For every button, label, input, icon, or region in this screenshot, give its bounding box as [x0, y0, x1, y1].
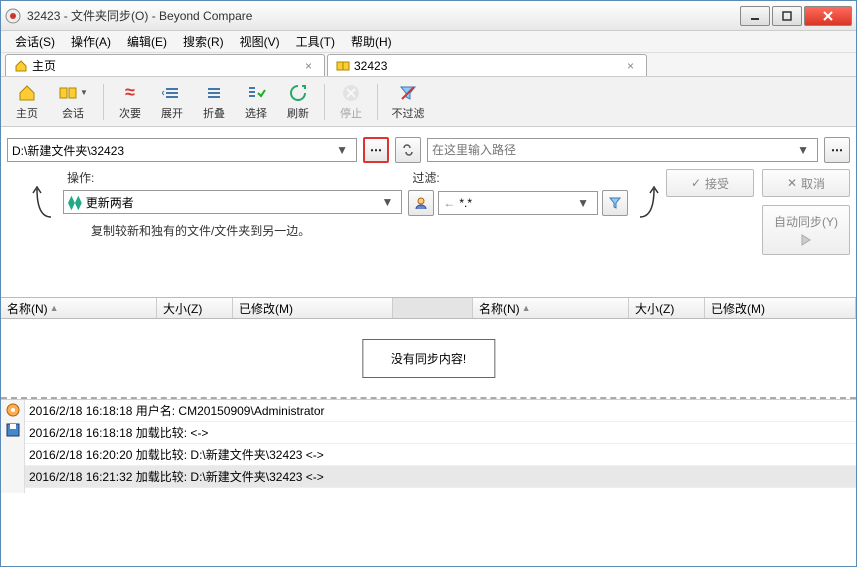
menu-edit[interactable]: 编辑(E): [119, 31, 175, 52]
menu-session[interactable]: 会话(S): [7, 31, 63, 52]
log-lines: 2016/2/18 16:18:18 用户名: CM20150909\Admin…: [25, 400, 856, 493]
toolbar-collapse[interactable]: 折叠: [194, 80, 234, 124]
filter-dropdown[interactable]: ▼: [573, 196, 593, 210]
collapse-icon: [204, 83, 224, 103]
home-icon: [14, 59, 28, 73]
maximize-button[interactable]: [772, 6, 802, 26]
tabbar: 主页 × 32423 ×: [1, 53, 856, 77]
autosync-button[interactable]: 自动同步(Y): [762, 205, 850, 255]
swap-icon: [401, 143, 415, 157]
operation-select[interactable]: ⧫⧫ 更新两者 ▼: [63, 190, 402, 214]
menu-search[interactable]: 搜索(R): [175, 31, 232, 52]
header-middle: [393, 298, 473, 318]
menubar: 会话(S) 操作(A) 编辑(E) 搜索(R) 视图(V) 工具(T) 帮助(H…: [1, 31, 856, 53]
app-icon: [5, 8, 21, 24]
toolbar-select[interactable]: 选择: [236, 80, 276, 124]
sync-icon: [336, 59, 350, 73]
not-equal-icon: ≈: [120, 83, 140, 103]
column-headers: 名称(N)▲ 大小(Z) 已修改(M) 名称(N)▲ 大小(Z) 已修改(M): [1, 297, 856, 319]
play-icon: [796, 232, 816, 248]
tab-current-close[interactable]: ×: [623, 59, 638, 73]
log-panel: 2016/2/18 16:18:18 用户名: CM20150909\Admin…: [1, 399, 856, 493]
save-icon[interactable]: [5, 422, 21, 438]
window-title: 32423 - 文件夹同步(O) - Beyond Compare: [27, 7, 738, 24]
cancel-button[interactable]: ✕取消: [762, 169, 850, 197]
stop-icon: [341, 83, 361, 103]
toolbar-expand[interactable]: 展开: [152, 80, 192, 124]
filter-label: 过滤:: [408, 169, 628, 186]
toolbar-home[interactable]: 主页: [7, 80, 47, 124]
swap-button[interactable]: [395, 137, 421, 163]
toolbar-refresh[interactable]: 刷新: [278, 80, 318, 124]
menu-tools[interactable]: 工具(T): [288, 31, 343, 52]
check-icon: ✓: [691, 176, 701, 190]
left-path-input[interactable]: [12, 143, 332, 157]
tab-home-label: 主页: [32, 57, 56, 74]
person-icon: [414, 196, 428, 210]
header-left-size[interactable]: 大小(Z): [157, 298, 233, 318]
log-line[interactable]: 2016/2/18 16:18:18 用户名: CM20150909\Admin…: [25, 400, 856, 422]
tab-home[interactable]: 主页 ×: [5, 54, 325, 76]
no-sync-message: 没有同步内容!: [362, 339, 495, 378]
left-path-dropdown[interactable]: ▼: [332, 143, 352, 157]
presets-button[interactable]: [408, 190, 434, 216]
tab-current[interactable]: 32423 ×: [327, 54, 647, 76]
operation-label: 操作:: [63, 169, 402, 186]
left-browse-button[interactable]: ⋯: [363, 137, 389, 163]
filter-apply-button[interactable]: [602, 190, 628, 216]
refresh-icon: [288, 83, 308, 103]
minimize-button[interactable]: [740, 6, 770, 26]
gear-icon[interactable]: [5, 402, 21, 418]
menu-action[interactable]: 操作(A): [63, 31, 119, 52]
x-icon: ✕: [787, 176, 797, 190]
tab-current-label: 32423: [354, 59, 387, 73]
filter-select[interactable]: ← *.* ▼: [438, 191, 598, 215]
header-left-name[interactable]: 名称(N)▲: [1, 298, 157, 318]
left-arrow-icon: [31, 169, 57, 219]
toolbar-session[interactable]: ▼ 会话: [49, 80, 97, 124]
toolbar-nofilter[interactable]: 不过滤: [384, 80, 432, 124]
filter-value: *.*: [459, 196, 573, 210]
select-icon: [246, 83, 266, 103]
log-line[interactable]: 2016/2/18 16:21:32 加载比较: D:\新建文件夹\32423 …: [25, 466, 856, 488]
paths-row: ▼ ⋯ ▼ ⋯: [1, 127, 856, 167]
accept-button[interactable]: ✓接受: [666, 169, 754, 197]
options-row: 操作: ⧫⧫ 更新两者 ▼ 复制较新和独有的文件/文件夹到另一边。 过滤: ← …: [1, 167, 856, 257]
operation-value: 更新两者: [82, 194, 378, 211]
folder-sync-icon: [58, 83, 78, 103]
toolbar-secondary[interactable]: ≈ 次要: [110, 80, 150, 124]
menu-view[interactable]: 视图(V): [232, 31, 288, 52]
right-arrow-icon: [634, 169, 660, 219]
arrow-left-icon: ←: [443, 196, 459, 210]
right-browse-button[interactable]: ⋯: [824, 137, 850, 163]
funnel-small-icon: [608, 196, 622, 210]
titlebar: 32423 - 文件夹同步(O) - Beyond Compare: [1, 1, 856, 31]
right-path-box[interactable]: ▼: [427, 138, 818, 162]
file-list: 没有同步内容!: [1, 319, 856, 399]
diamond-icon: ⧫⧫: [68, 194, 82, 211]
log-line[interactable]: 2016/2/18 16:20:20 加载比较: D:\新建文件夹\32423 …: [25, 444, 856, 466]
toolbar: 主页 ▼ 会话 ≈ 次要 展开 折叠 选择 刷新 停止 不过滤: [1, 77, 856, 127]
right-path-input[interactable]: [432, 143, 793, 157]
menu-help[interactable]: 帮助(H): [343, 31, 400, 52]
operation-hint: 复制较新和独有的文件/文件夹到另一边。: [63, 218, 402, 239]
header-right-modified[interactable]: 已修改(M): [705, 298, 856, 318]
funnel-icon: [398, 83, 418, 103]
operation-dropdown[interactable]: ▼: [378, 195, 398, 209]
home-icon: [17, 83, 37, 103]
right-path-dropdown[interactable]: ▼: [793, 143, 813, 157]
header-right-size[interactable]: 大小(Z): [629, 298, 705, 318]
left-path-box[interactable]: ▼: [7, 138, 357, 162]
toolbar-stop: 停止: [331, 80, 371, 124]
close-button[interactable]: [804, 6, 852, 26]
tab-home-close[interactable]: ×: [301, 59, 316, 73]
log-line[interactable]: 2016/2/18 16:18:18 加载比较: <->: [25, 422, 856, 444]
header-left-modified[interactable]: 已修改(M): [233, 298, 393, 318]
header-right-name[interactable]: 名称(N)▲: [473, 298, 629, 318]
expand-icon: [162, 83, 182, 103]
